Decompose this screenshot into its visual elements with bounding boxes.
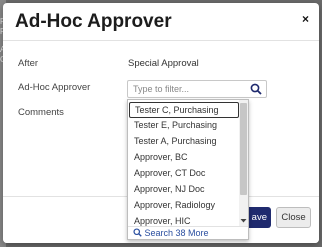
dropdown-option[interactable]: Approver, Radiology [129, 198, 239, 214]
approver-filter-box [127, 80, 267, 98]
approver-filter-input[interactable] [128, 81, 246, 97]
dialog-header: Ad-Hoc Approver × [3, 3, 319, 41]
dropdown-option[interactable]: Approver, NJ Doc [129, 182, 239, 198]
close-button[interactable]: Close [276, 207, 311, 228]
dialog-title: Ad-Hoc Approver [15, 11, 172, 32]
dropdown-option[interactable]: Approver, CT Doc [129, 166, 239, 182]
search-more-link[interactable]: Search 38 More [128, 226, 248, 239]
dropdown-option[interactable]: Tester A, Purchasing [129, 134, 239, 150]
approver-dropdown: Tester C, Purchasing Tester E, Purchasin… [127, 99, 249, 240]
ad-hoc-approver-label: Ad-Hoc Approver [18, 82, 91, 93]
dropdown-option[interactable]: Tester E, Purchasing [129, 118, 239, 134]
close-icon[interactable]: × [302, 12, 309, 26]
dropdown-option[interactable]: Tester C, Purchasing [129, 102, 239, 118]
dropdown-option[interactable]: Approver, BC [129, 150, 239, 166]
search-icon[interactable] [250, 83, 262, 95]
scrollbar-thumb[interactable] [240, 103, 247, 195]
after-value: Special Approval [128, 58, 199, 69]
dropdown-scrollbar[interactable] [239, 100, 248, 226]
ad-hoc-approver-dialog: Ad-Hoc Approver × After Special Approval… [3, 3, 319, 243]
after-label: After [18, 58, 39, 69]
scroll-down-arrow-icon[interactable] [240, 217, 247, 224]
search-more-label: Search 38 More [144, 228, 209, 238]
comments-label: Comments [18, 107, 64, 118]
search-icon [133, 228, 142, 237]
